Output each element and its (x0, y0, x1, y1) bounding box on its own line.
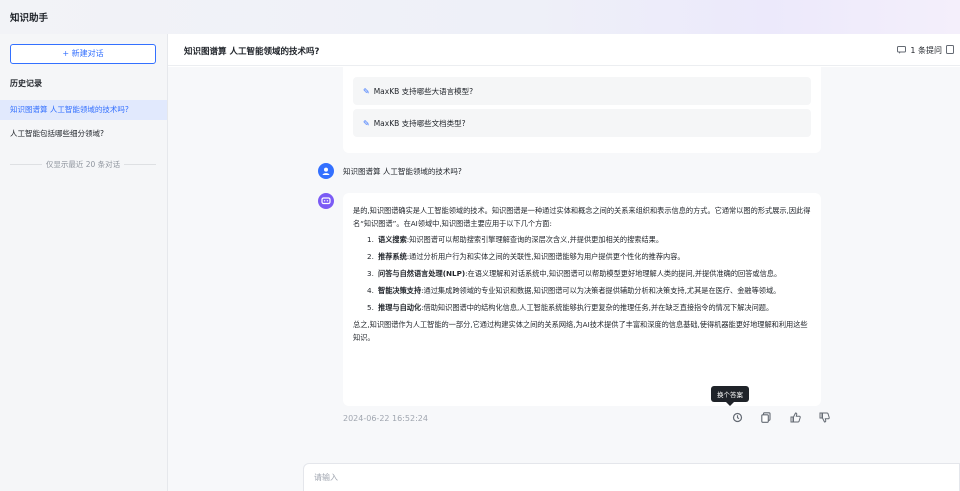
list-item-text: :借助知识图谱中的结构化信息,人工智能系统能够执行更复杂的推理任务,并在缺乏直接… (421, 303, 774, 312)
thumbs-down-icon[interactable] (817, 410, 831, 424)
conversation-title: 知识图谱算 人工智能领域的技术吗? (184, 47, 320, 57)
copy-icon[interactable] (759, 410, 773, 424)
answer-conclusion: 总之,知识图谱作为人工智能的一部分,它通过构建实体之间的关系网络,为AI技术提供… (353, 320, 808, 342)
answer-actions (730, 410, 831, 424)
history-item[interactable]: 人工智能包括哪些细分领域? (0, 124, 167, 144)
question-count: 1 条提问 (897, 45, 954, 56)
message-input-box[interactable] (303, 463, 960, 491)
history-title: 历史记录 (10, 79, 42, 88)
history-item-active[interactable]: 知识图谱算 人工智能领域的技术吗? (0, 100, 167, 120)
list-item-title: 推理与自动化 (378, 303, 422, 312)
history-footer-text: 仅显示最近 20 条对话 (45, 160, 121, 169)
chat-bubble-icon (897, 45, 907, 56)
chat-area[interactable]: ✎ MaxKB 支持哪些大语言模型? ✎ MaxKB 支持哪些文档类型? 知识图… (168, 67, 960, 491)
answer-list-item: 2. 推荐系统:通过分析用户行为和实体之间的关联性,知识图谱能够为用户提供更个性化… (353, 250, 811, 263)
regenerate-icon[interactable] (730, 410, 744, 424)
divider (124, 164, 156, 165)
answer-list-item: 4. 智能决策支持:通过集成跨领域的专业知识和数据,知识图谱可以为决策者提供辅助分… (353, 284, 811, 297)
regenerate-tooltip: 换个答案 (711, 386, 749, 406)
list-item-text: :通过集成跨领域的专业知识和数据,知识图谱可以为决策者提供辅助分析和决策支持,尤… (421, 286, 781, 295)
sidebar: + 新建对话 历史记录 知识图谱算 人工智能领域的技术吗? 人工智能包括哪些细分… (0, 34, 168, 491)
answer-list-item: 3. 问答与自然语言处理(NLP):在语义理解和对话系统中,知识图谱可以帮助模型更… (353, 267, 811, 280)
export-icon[interactable] (946, 45, 954, 56)
list-item-title: 问答与自然语言处理(NLP) (378, 269, 466, 278)
top-bar: 知识助手 (0, 0, 960, 34)
pen-icon: ✎ (363, 86, 370, 96)
user-avatar-icon (318, 163, 334, 179)
suggested-question[interactable]: ✎ MaxKB 支持哪些大语言模型? (353, 77, 811, 105)
question-count-label: 1 条提问 (910, 46, 942, 55)
list-number: 3. (367, 269, 374, 278)
divider (10, 164, 42, 165)
pen-icon: ✎ (363, 118, 370, 128)
list-item-title: 智能决策支持 (378, 286, 422, 295)
list-number: 4. (367, 286, 374, 295)
list-item-title: 推荐系统 (378, 252, 407, 261)
suggested-question-text: MaxKB 支持哪些文档类型? (373, 118, 466, 128)
answer-list: 1. 语义搜索:知识图谱可以帮助搜索引擎理解查询的深层次含义,并提供更加相关的搜索… (353, 233, 811, 314)
answer-list-item: 5. 推理与自动化:借助知识图谱中的结构化信息,人工智能系统能够执行更复杂的推理任… (353, 301, 811, 314)
list-item-text: :通过分析用户行为和实体之间的关联性,知识图谱能够为用户提供更个性化的推荐内容。 (406, 252, 685, 261)
new-chat-button[interactable]: + 新建对话 (10, 44, 156, 64)
thumbs-up-icon[interactable] (788, 410, 802, 424)
list-number: 1. (367, 235, 374, 244)
answer-timestamp: 2024-06-22 16:52:24 (343, 414, 428, 423)
conversation-header: 知识图谱算 人工智能领域的技术吗? 1 条提问 (168, 34, 960, 66)
list-item-text: :知识图谱可以帮助搜索引擎理解查询的深层次含义,并提供更加相关的搜索结果。 (406, 235, 664, 244)
app-title: 知识助手 (10, 13, 49, 24)
suggested-question[interactable]: ✎ MaxKB 支持哪些文档类型? (353, 109, 811, 137)
bot-avatar-icon (318, 193, 334, 209)
user-question: 知识图谱算 人工智能领域的技术吗? (343, 167, 462, 176)
input-fade-overlay (679, 464, 959, 491)
list-number: 2. (367, 252, 374, 261)
list-item-text: :在语义理解和对话系统中,知识图谱可以帮助模型更好地理解人类的提问,并提供准确的… (465, 269, 782, 278)
answer-card: 是的,知识图谱确实是人工智能领域的技术。知识图谱是一种通过实体和概念之间的关系来… (343, 193, 821, 406)
suggested-questions-card: ✎ MaxKB 支持哪些大语言模型? ✎ MaxKB 支持哪些文档类型? (343, 67, 821, 153)
answer-list-item: 1. 语义搜索:知识图谱可以帮助搜索引擎理解查询的深层次含义,并提供更加相关的搜索… (353, 233, 811, 246)
list-number: 5. (367, 303, 374, 312)
answer-intro: 是的,知识图谱确实是人工智能领域的技术。知识图谱是一种通过实体和概念之间的关系来… (353, 206, 811, 228)
history-footer-note: 仅显示最近 20 条对话 (10, 159, 156, 170)
list-item-title: 语义搜索 (378, 235, 407, 244)
suggested-question-text: MaxKB 支持哪些大语言模型? (373, 86, 474, 96)
